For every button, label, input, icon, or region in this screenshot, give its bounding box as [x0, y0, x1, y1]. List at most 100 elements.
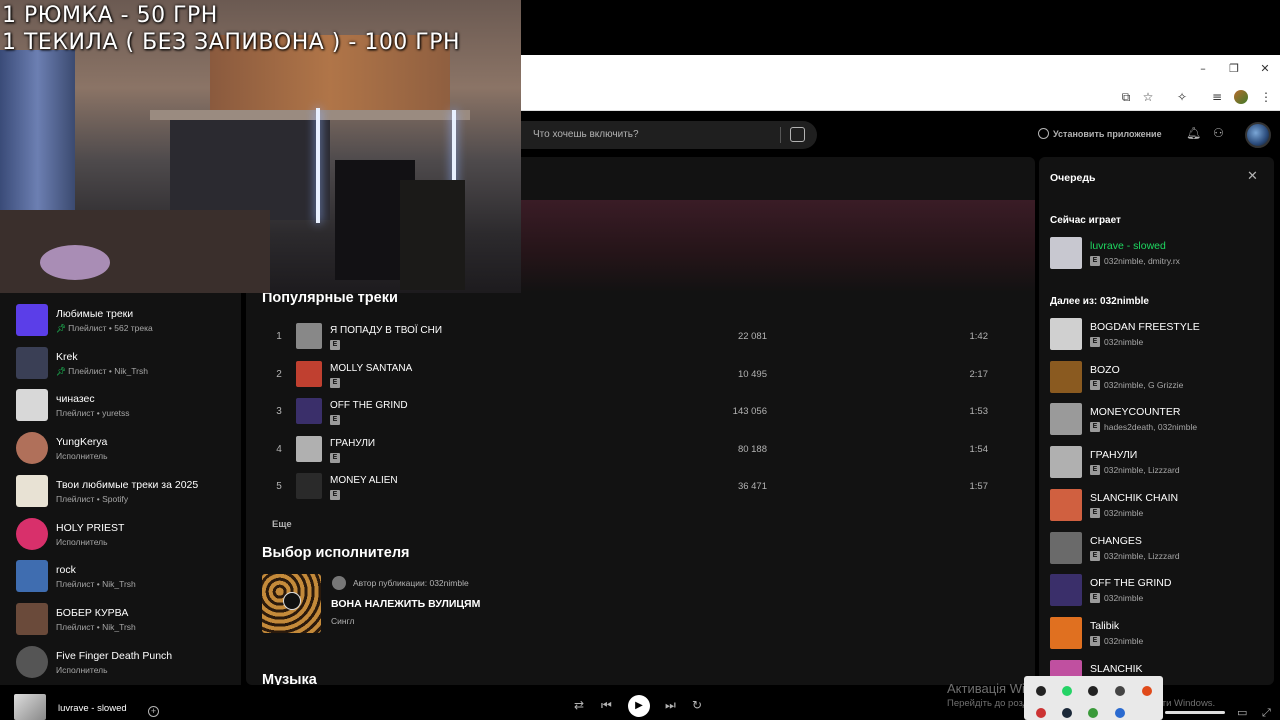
queue-item[interactable]: OFF THE GRIND E 032nimble — [1050, 574, 1270, 610]
library-item[interactable]: чиназес Плейлист • yuretss — [16, 389, 236, 423]
whatsapp-icon[interactable] — [1062, 686, 1072, 696]
tray-app-icon[interactable] — [1115, 686, 1125, 696]
minimize-icon[interactable]: – — [1195, 62, 1211, 75]
queue-cover-art — [1050, 360, 1082, 393]
artist-pick-release-title[interactable]: ВОНА НАЛЕЖИТЬ ВУЛИЦЯМ — [331, 598, 480, 610]
play-pause-button[interactable]: ▶ — [628, 695, 650, 717]
address-bar[interactable] — [521, 83, 1280, 111]
previous-icon[interactable]: ⏮ — [601, 698, 612, 713]
explicit-badge: E — [330, 452, 340, 463]
library-item-cover — [16, 474, 48, 507]
tray-app-icon[interactable] — [1088, 708, 1098, 718]
library-item-subtitle: 📌︎ Плейлист • Nik_Trsh — [56, 366, 148, 376]
fullscreen-icon[interactable]: ⤢ — [1262, 706, 1271, 720]
library-item-meta: Плейлист • Nik_Trsh — [68, 365, 148, 376]
browser-menu-icon[interactable]: ⋮ — [1257, 88, 1275, 106]
library-item[interactable]: Krek 📌︎ Плейлист • Nik_Trsh — [16, 346, 236, 381]
download-icon[interactable] — [1038, 128, 1049, 139]
tray-app-icon[interactable] — [1088, 686, 1098, 696]
library-item[interactable]: HOLY PRIEST Исполнитель — [16, 517, 236, 552]
queue-cover-art — [1050, 237, 1082, 269]
next-icon[interactable]: ⏭ — [665, 698, 676, 713]
queue-item[interactable]: MONEYCOUNTER Ehades2death, 032nimble — [1050, 403, 1270, 439]
close-icon[interactable]: ✕ — [1247, 169, 1258, 184]
library-item-meta: Плейлист • yuretss — [56, 408, 130, 419]
show-more-button[interactable]: Еще — [272, 519, 292, 530]
search-placeholder: Что хочешь включить? — [533, 129, 639, 140]
track-play-count: 22 081 — [737, 331, 767, 342]
now-playing-cover[interactable] — [14, 694, 46, 720]
overlay-price-line-1: 1 РЮМКА - 50 ГРН — [2, 3, 218, 28]
browser-title-bar — [521, 55, 1280, 83]
tray-app-icon[interactable] — [1142, 686, 1152, 696]
library-item-title: Твои любимые треки за 2025 — [56, 478, 199, 491]
track-number: 4 — [276, 443, 282, 455]
track-row[interactable]: 1 Я ПОПАДУ В ТВОЇ СНИ E 22 081 1:42 — [262, 320, 1022, 356]
queue-item-artists: 032nimble — [1104, 507, 1144, 518]
track-title: MOLLY SANTANA — [330, 362, 413, 374]
library-item[interactable]: Любимые треки 📌︎ Плейлист • 562 трека — [16, 304, 236, 338]
library-item-cover — [16, 560, 48, 593]
browse-icon[interactable] — [790, 127, 805, 142]
library-item-cover — [16, 432, 48, 465]
media-control-icon[interactable]: ≡ — [1208, 88, 1226, 106]
track-play-count: 10 495 — [737, 368, 767, 380]
volume-slider[interactable] — [1165, 711, 1225, 714]
queue-item-artists: 032nimble, dmitry.rx — [1104, 256, 1180, 266]
steam-icon[interactable] — [1062, 708, 1072, 718]
maximize-icon[interactable]: ❐ — [1226, 62, 1242, 75]
library-item-title: БОБЕР КУРВА — [56, 606, 129, 619]
tray-app-icon[interactable] — [1036, 708, 1046, 718]
close-icon[interactable]: ✕ — [1257, 62, 1273, 75]
friends-activity-icon[interactable]: ⚇ — [1213, 126, 1224, 140]
miniplayer-icon[interactable]: ▭ — [1237, 706, 1247, 719]
artist-pick-cover[interactable] — [262, 574, 321, 633]
browser-profile-avatar[interactable] — [1234, 90, 1248, 104]
search-divider — [780, 127, 781, 143]
queue-now-playing-item[interactable]: luvrave - slowed E 032nimble, dmitry.rx — [1050, 237, 1270, 273]
now-playing-title[interactable]: luvrave - slowed — [58, 703, 127, 714]
track-row[interactable]: 3 OFF THE GRIND E 143 056 1:53 — [262, 395, 1022, 431]
library-item-cover — [16, 602, 48, 635]
track-row[interactable]: 5 MONEY ALIEN E 36 471 1:57 — [262, 470, 1022, 506]
queue-item[interactable]: CHANGES E 032nimble, Lizzzard — [1050, 531, 1270, 568]
track-row[interactable]: 4 ГРАНУЛИ E 80 188 1:54 — [262, 433, 1022, 469]
bookmark-star-icon[interactable]: ☆ — [1139, 88, 1157, 106]
tray-app-icon[interactable] — [1115, 708, 1125, 718]
shuffle-icon[interactable]: ⇄ — [574, 698, 584, 712]
queue-cover-art — [1050, 403, 1082, 436]
queue-item[interactable]: BOGDAN FREESTYLE E 032nimble — [1050, 318, 1270, 354]
tray-app-icon[interactable] — [1036, 686, 1046, 696]
queue-item[interactable]: Talibik E 032nimble — [1050, 616, 1270, 653]
library-item-title: rock — [56, 564, 76, 577]
library-item[interactable]: rock Плейлист • Nik_Trsh — [16, 560, 236, 594]
queue-item[interactable]: BOZO E 032nimble, G Grizzie — [1050, 360, 1270, 397]
track-row[interactable]: 2 MOLLY SANTANA E 10 495 2:17 — [262, 358, 1022, 394]
library-item-cover — [16, 346, 48, 379]
next-from-label: Далее из: 032nimble — [1050, 296, 1149, 307]
explicit-badge: E — [1090, 550, 1100, 561]
library-item-meta: Плейлист • 562 трека — [68, 323, 153, 333]
library-item-title: Krek — [56, 350, 78, 363]
library-item-meta: Плейлист • Spotify — [56, 493, 129, 504]
queue-item-title: BOGDAN FREESTYLE — [1090, 321, 1200, 333]
library-item[interactable]: YungKerya Исполнитель — [16, 432, 236, 466]
repeat-icon[interactable]: ↻ — [692, 698, 702, 712]
user-avatar[interactable] — [1245, 122, 1271, 148]
install-app-link[interactable]: Установить приложение — [1053, 129, 1162, 139]
queue-item[interactable]: ГРАНУЛИ E 032nimble, Lizzzard — [1050, 446, 1270, 482]
explicit-badge: E — [1090, 379, 1100, 390]
track-cover — [296, 473, 322, 499]
library-item[interactable]: Твои любимые треки за 2025 Плейлист • Spo… — [16, 474, 236, 509]
install-page-icon[interactable]: ⧉ — [1117, 88, 1135, 106]
extensions-icon[interactable]: ✧ — [1173, 88, 1191, 106]
track-title: ГРАНУЛИ — [330, 437, 376, 449]
library-item[interactable]: БОБЕР КУРВА Плейлист • Nik_Trsh — [16, 602, 236, 637]
track-title: OFF THE GRIND — [330, 400, 408, 411]
system-tray-popup — [1024, 676, 1163, 720]
queue-item[interactable]: SLANCHIK CHAIN E 032nimble — [1050, 488, 1270, 525]
artist-pick-author: Автор публикации: 032nimble — [353, 578, 469, 588]
add-to-library-icon[interactable]: + — [148, 706, 159, 717]
library-item[interactable]: Five Finger Death Punch Исполнитель — [16, 645, 236, 680]
bell-icon[interactable]: 🔔︎ — [1186, 126, 1201, 140]
